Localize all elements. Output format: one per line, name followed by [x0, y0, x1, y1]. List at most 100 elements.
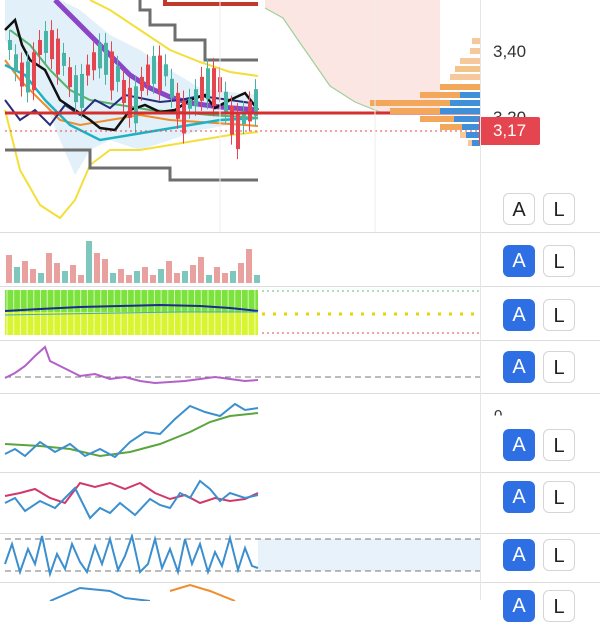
- pane-macd-a-button[interactable]: A: [503, 299, 535, 331]
- stoch-label: 0: [494, 407, 503, 424]
- pane-stoch-l-button[interactable]: L: [543, 429, 575, 461]
- chart-screen: 3,40 3,20 3,17 0: [0, 0, 600, 622]
- candle: [212, 68, 216, 107]
- pane-rsi-l-button[interactable]: L: [543, 481, 575, 513]
- candle: [134, 86, 138, 124]
- candle: [20, 62, 24, 87]
- cci-chart[interactable]: [0, 534, 480, 582]
- volume-bar: [142, 267, 148, 283]
- volume-bar: [70, 265, 76, 283]
- bottom-blue-line: [49, 586, 151, 601]
- volume-bar: [38, 273, 44, 283]
- volume-profile-bar: [462, 124, 480, 130]
- oscillator-chart[interactable]: [0, 341, 480, 393]
- volume-bar: [126, 275, 132, 283]
- volume-bar: [6, 255, 12, 283]
- pane-price-l-button[interactable]: L: [543, 193, 575, 225]
- volume-bar: [254, 275, 260, 283]
- pane-volume-l-button[interactable]: L: [543, 245, 575, 277]
- candle: [206, 68, 210, 100]
- candle: [80, 73, 84, 108]
- dark-red-line-top: [163, 0, 258, 6]
- volume-bar: [86, 241, 92, 283]
- volume-bar: [22, 261, 28, 283]
- candle: [170, 78, 174, 98]
- current-price-tag: 3,17: [479, 117, 540, 145]
- volume-bar: [238, 263, 244, 283]
- candle: [122, 79, 126, 103]
- volume-bar: [30, 269, 36, 283]
- price-chart[interactable]: [0, 0, 480, 232]
- gray-step-line-top: [138, 0, 258, 62]
- pane-volume-a-button[interactable]: A: [503, 245, 535, 277]
- pane-cci-a-button[interactable]: A: [503, 539, 535, 571]
- candle: [116, 65, 120, 82]
- volume-bar: [246, 249, 252, 283]
- price-label-top: 3,40: [493, 42, 527, 61]
- pane-bottom-l-button[interactable]: L: [543, 590, 575, 622]
- candle: [182, 100, 186, 134]
- candle: [26, 61, 30, 93]
- volume-profile-bar: [440, 108, 480, 114]
- pane-cci-l-button[interactable]: L: [543, 539, 575, 571]
- candle: [224, 91, 228, 114]
- pane-macd-l-button[interactable]: L: [543, 299, 575, 331]
- candle: [104, 42, 108, 75]
- candle: [38, 39, 42, 55]
- volume-profile-bar: [466, 132, 480, 138]
- volume-chart[interactable]: [0, 233, 480, 285]
- volume-bar: [54, 263, 60, 283]
- volume-bar: [62, 271, 68, 283]
- stoch-slow-line: [4, 412, 259, 458]
- volume-bar: [230, 271, 236, 283]
- rsi-chart[interactable]: [0, 473, 480, 533]
- volume-bar: [206, 275, 212, 283]
- volume-profile-bar: [470, 48, 480, 54]
- candle: [200, 76, 204, 101]
- volume-bar: [46, 253, 52, 283]
- candle: [98, 43, 102, 69]
- candle: [44, 30, 48, 53]
- candle: [32, 52, 36, 91]
- pane-price-a-button[interactable]: A: [503, 193, 535, 225]
- candle: [176, 92, 180, 119]
- volume-bar: [198, 257, 204, 283]
- candle: [56, 38, 60, 75]
- volume-bar: [150, 275, 156, 283]
- volume-profile-bar: [454, 116, 480, 122]
- candle: [110, 51, 114, 91]
- volume-bar: [78, 275, 84, 283]
- volume-bar: [94, 253, 100, 283]
- pane-rsi-a-button[interactable]: A: [503, 481, 535, 513]
- candle: [68, 67, 72, 88]
- macd-chart[interactable]: [0, 287, 480, 339]
- candle: [230, 105, 234, 135]
- oscillator-line: [4, 345, 259, 385]
- volume-profile-bar: [460, 58, 480, 64]
- candle: [164, 64, 168, 77]
- candle: [248, 101, 252, 122]
- volume-profile-bar: [450, 100, 480, 106]
- candle: [8, 40, 12, 50]
- volume-bar: [158, 269, 164, 283]
- volume-bar: [134, 271, 140, 283]
- volume-profile-bar: [440, 84, 480, 90]
- pane-oscillator-a-button[interactable]: A: [503, 351, 535, 383]
- pane-oscillator-l-button[interactable]: L: [543, 351, 575, 383]
- stochastic-chart[interactable]: [0, 394, 480, 472]
- candle: [74, 75, 78, 103]
- bottom-chart[interactable]: [0, 583, 480, 601]
- volume-bar: [14, 267, 20, 283]
- volume-profile-bar: [455, 66, 480, 72]
- pane-bottom-a-button[interactable]: A: [503, 590, 535, 622]
- stoch-fast-line: [4, 402, 259, 459]
- volume-profile-bar: [460, 92, 480, 98]
- bottom-orange-line: [169, 583, 236, 601]
- volume-bar: [182, 271, 188, 283]
- candle: [50, 30, 54, 60]
- candle: [86, 64, 90, 76]
- pane-stoch-a-button[interactable]: A: [503, 429, 535, 461]
- volume-bar: [118, 269, 124, 283]
- candle: [62, 52, 66, 66]
- candle: [188, 98, 192, 109]
